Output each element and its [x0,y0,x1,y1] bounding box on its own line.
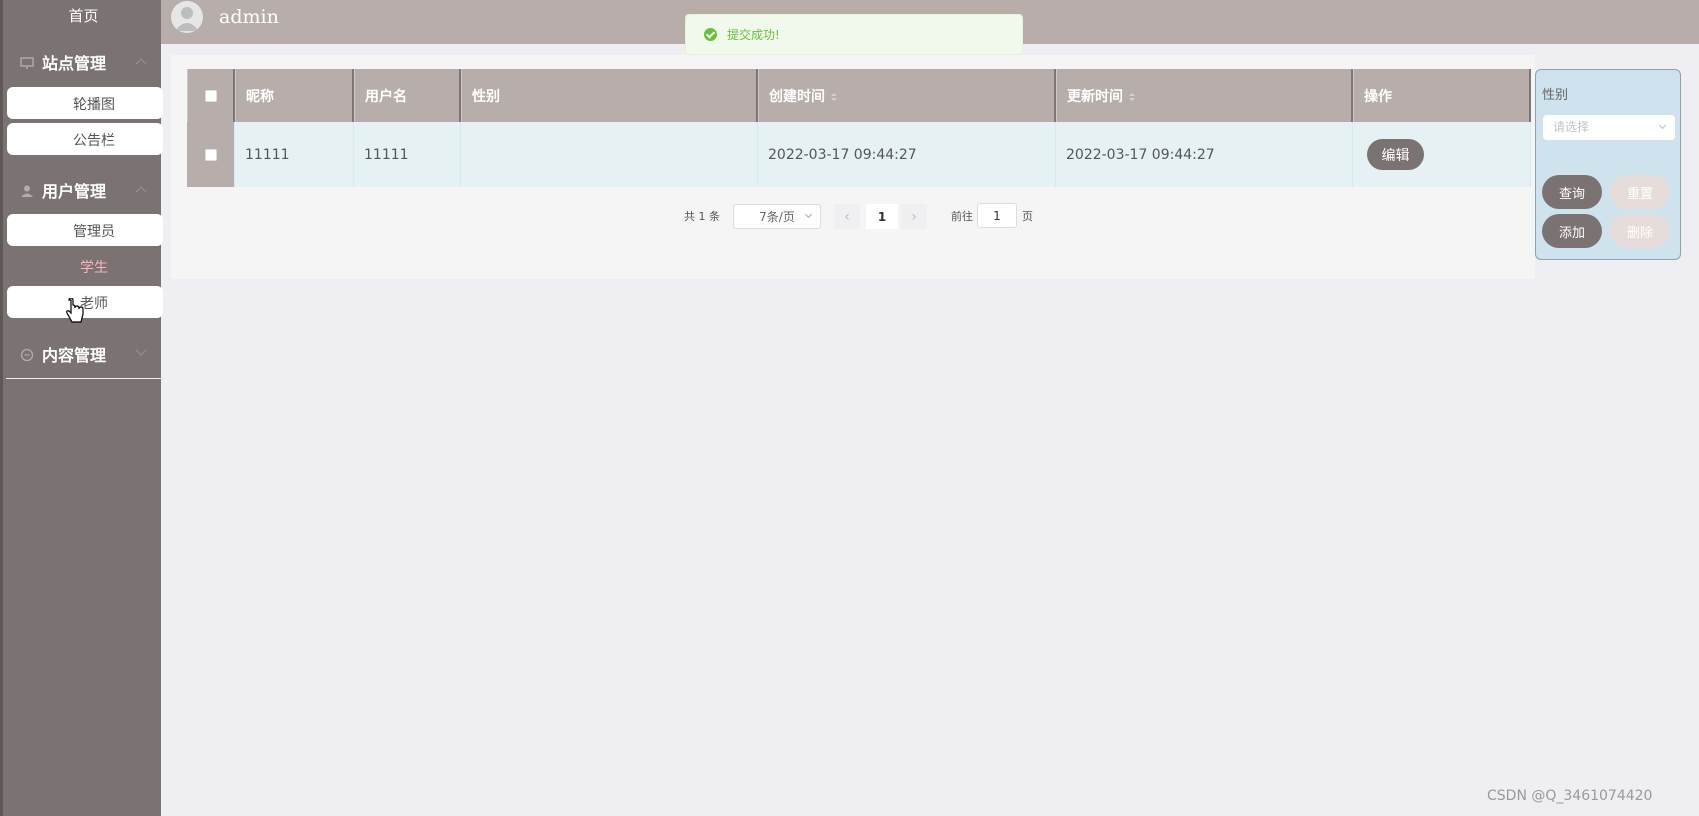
sidebar-item-student[interactable]: 学生 [7,250,163,282]
sidebar-group-label: 用户管理 [42,182,107,201]
sidebar-item-notice[interactable]: 公告栏 [7,123,163,155]
select-all-cell [187,69,235,122]
sidebar-group-content[interactable]: 内容管理 [6,334,161,374]
row-checkbox[interactable] [204,148,217,161]
cell-created: 2022-03-17 09:44:27 [758,122,1056,187]
chevron-up-icon [135,186,147,198]
cell-username: 11111 [354,122,461,187]
sidebar-item-admin[interactable]: 管理员 [7,214,163,246]
cell-nickname: 11111 [235,122,354,187]
column-label: 更新时间 [1067,88,1123,105]
chevron-down-icon [804,210,813,219]
chevron-left-icon: ‹ [844,208,850,225]
cell-updated: 2022-03-17 09:44:27 [1056,122,1353,187]
username: admin [219,6,279,28]
cell-action: 编辑 [1353,122,1531,187]
goto-unit: 页 [1022,210,1033,223]
hand-cursor-icon [65,297,85,326]
prev-page-button[interactable]: ‹ [834,204,860,229]
divider [6,378,162,379]
user-icon [20,183,34,197]
column-label: 用户名 [365,88,407,105]
column-header-nickname: 昵称 [235,69,354,122]
chat-icon [20,347,34,362]
goto-label: 前往 [951,210,973,223]
column-label: 创建时间 [769,88,825,105]
column-header-created[interactable]: 创建时间 [758,69,1056,122]
gender-filter-label: 性别 [1542,88,1569,103]
table-header: 昵称 用户名 性别 创建时间 更新时间 操作 [187,69,1531,122]
column-header-updated[interactable]: 更新时间 [1056,69,1353,122]
gender-select[interactable]: 请选择 [1543,115,1675,140]
delete-button[interactable]: 删除 [1610,214,1670,248]
column-label: 昵称 [246,88,274,105]
page-size-select[interactable]: 7条/页 [733,204,821,229]
chevron-right-icon: › [911,208,917,225]
sidebar-group-label: 内容管理 [42,346,107,365]
select-placeholder: 请选择 [1553,120,1590,134]
goto-page-input[interactable] [977,203,1017,228]
add-button[interactable]: 添加 [1542,214,1602,248]
row-select-cell [187,122,235,187]
sidebar: 首页 站点管理 轮播图 公告栏 用户管理 管理员 学生 老师 内容管理 [0,0,163,816]
page-size-value: 7条/页 [759,210,795,224]
monitor-icon [20,55,34,69]
chevron-down-icon [1658,121,1667,130]
success-toast: 提交成功! [685,14,1023,55]
toast-message: 提交成功! [727,28,780,42]
success-check-icon [704,28,717,41]
watermark: CSDN @Q_3461074420 [1487,788,1653,804]
reset-button[interactable]: 重置 [1610,175,1670,209]
sidebar-item-carousel[interactable]: 轮播图 [7,87,163,119]
next-page-button[interactable]: › [901,204,927,229]
filter-panel: 性别 请选择 查询 重置 添加 删除 [1535,69,1681,260]
column-header-action: 操作 [1353,69,1531,122]
sidebar-group-users[interactable]: 用户管理 [6,170,161,210]
pagination-total: 共 1 条 [684,210,720,223]
select-all-checkbox[interactable] [204,89,217,102]
query-button[interactable]: 查询 [1542,175,1602,209]
column-header-gender: 性别 [461,69,758,122]
column-label: 性别 [472,88,500,105]
page-number-current[interactable]: 1 [866,204,898,229]
table-row: 11111 11111 2022-03-17 09:44:27 2022-03-… [187,122,1531,187]
chevron-up-icon [135,58,147,70]
sidebar-item-teacher[interactable]: 老师 [7,286,163,318]
user-table: 昵称 用户名 性别 创建时间 更新时间 操作 11111 11111 2022-… [187,69,1531,187]
chevron-down-icon [135,344,147,356]
cell-gender [461,122,758,187]
column-label: 操作 [1364,88,1392,105]
column-header-username: 用户名 [354,69,461,122]
sidebar-group-site[interactable]: 站点管理 [6,42,161,82]
sidebar-item-home[interactable]: 首页 [6,0,161,32]
sidebar-group-label: 站点管理 [42,54,107,73]
edit-button[interactable]: 编辑 [1367,139,1424,170]
avatar[interactable] [171,1,203,33]
